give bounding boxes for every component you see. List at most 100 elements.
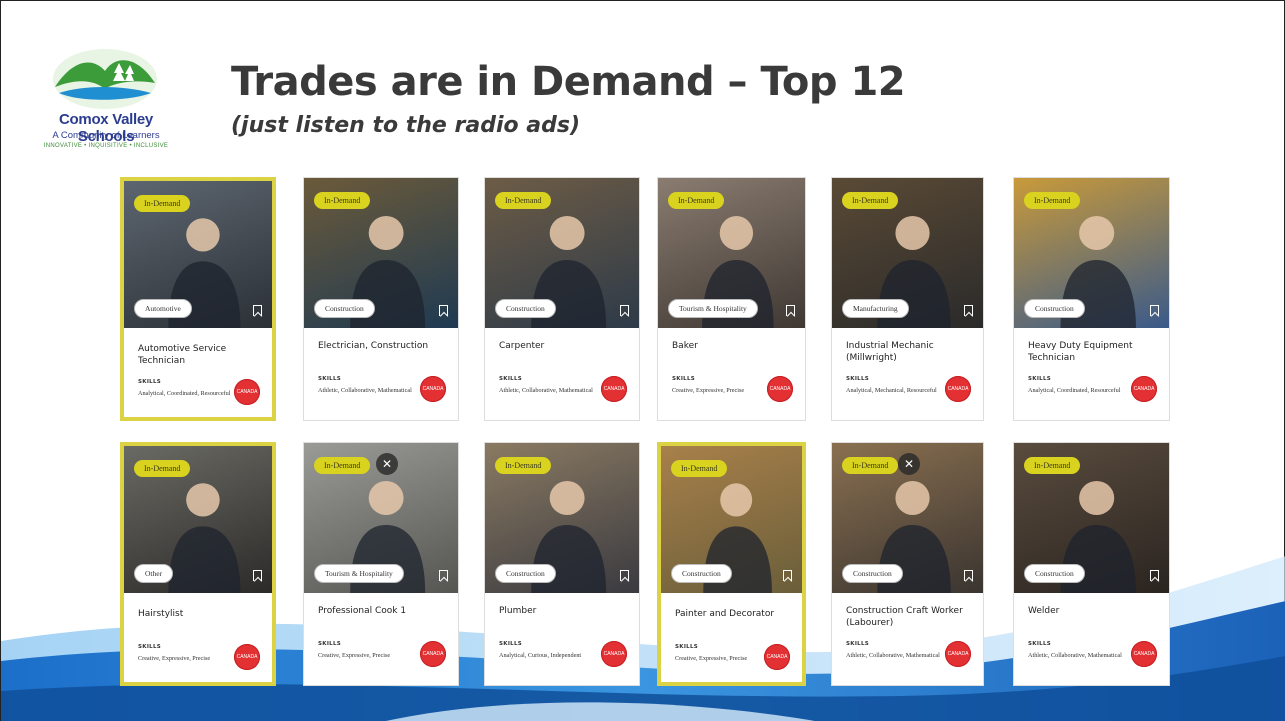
page-title: Trades are in Demand – Top 12 xyxy=(231,59,906,105)
career-title[interactable]: Electrician, Construction xyxy=(318,340,448,352)
in-demand-pill: In-Demand xyxy=(1024,457,1081,474)
bookmark-icon[interactable] xyxy=(964,570,973,581)
career-title[interactable]: Industrial Mechanic (Millwright) xyxy=(846,340,973,364)
career-title[interactable]: Welder xyxy=(1028,605,1159,617)
category-tag: Other xyxy=(134,564,174,583)
skills-value: Creative, Expressive, Precise xyxy=(138,655,211,662)
bookmark-icon[interactable] xyxy=(439,570,448,581)
career-photo: In-Demand Construction xyxy=(1014,178,1169,328)
in-demand-pill: In-Demand xyxy=(314,192,371,209)
career-photo: In-Demand Automotive xyxy=(124,181,272,328)
category-tag: Construction xyxy=(495,564,556,583)
career-title[interactable]: Plumber xyxy=(499,605,629,617)
in-demand-pill: In-Demand xyxy=(134,195,191,212)
in-demand-pill: In-Demand xyxy=(668,192,725,209)
career-title[interactable]: Construction Craft Worker (Labourer) xyxy=(846,605,973,629)
category-tag: Construction xyxy=(495,299,556,318)
skills-value: Analytical, Coordinated, Resourceful xyxy=(138,390,231,397)
skills-label: SKILLS xyxy=(1028,376,1052,382)
skills-value: Analytical, Curious, Independent xyxy=(499,652,582,659)
career-photo: In-Demand Construction xyxy=(485,443,639,593)
career-title[interactable]: Automotive Service Technician xyxy=(138,343,262,367)
career-card[interactable]: In-Demand Construction Electrician, Constr… xyxy=(303,177,459,421)
canada-badge-icon: CANADA xyxy=(234,644,260,670)
school-logo: Comox Valley Schools A Community of Lear… xyxy=(31,49,181,159)
in-demand-pill: In-Demand xyxy=(495,192,552,209)
bookmark-icon[interactable] xyxy=(439,305,448,316)
career-card[interactable]: In-Demand Other Hairstylist SKILLS Creative,… xyxy=(120,442,276,686)
in-demand-pill: In-Demand xyxy=(842,192,899,209)
category-tag: Construction xyxy=(671,564,732,583)
canada-badge-icon: CANADA xyxy=(420,641,446,667)
canada-badge-icon: CANADA xyxy=(1131,376,1157,402)
logo-tagline: A Community of Learners xyxy=(52,130,160,141)
category-tag: Construction xyxy=(842,564,903,583)
career-photo: In-Demand Construction xyxy=(304,178,458,328)
in-demand-pill: In-Demand xyxy=(134,460,191,477)
career-card[interactable]: In-Demand Construction Welder SKILLS Athleti… xyxy=(1013,442,1170,686)
bookmark-icon[interactable] xyxy=(1150,570,1159,581)
skills-value: Creative, Expressive, Precise xyxy=(675,655,748,662)
canada-badge-icon: CANADA xyxy=(764,644,790,670)
bookmark-icon[interactable] xyxy=(964,305,973,316)
canada-badge-icon: CANADA xyxy=(420,376,446,402)
skills-label: SKILLS xyxy=(846,376,870,382)
bookmark-icon[interactable] xyxy=(620,570,629,581)
category-tag: Construction xyxy=(1024,299,1085,318)
skills-label: SKILLS xyxy=(138,379,162,385)
close-icon[interactable]: ✕ xyxy=(376,453,398,475)
canada-badge-icon: CANADA xyxy=(601,641,627,667)
career-title[interactable]: Professional Cook 1 xyxy=(318,605,448,617)
career-photo: In-Demand ✕ Construction xyxy=(832,443,983,593)
page-subtitle: (just listen to the radio ads) xyxy=(231,113,581,138)
skills-value: Athletic, Collaborative, Mathematical xyxy=(846,652,940,659)
career-card[interactable]: In-Demand Construction Painter and Decorat… xyxy=(657,442,806,686)
canada-badge-icon: CANADA xyxy=(945,641,971,667)
career-photo: In-Demand Tourism & Hospitality xyxy=(658,178,805,328)
career-photo: In-Demand Other xyxy=(124,446,272,593)
career-card[interactable]: In-Demand Construction Plumber SKILLS Analyt… xyxy=(484,442,640,686)
skills-value: Analytical, Coordinated, Resourceful xyxy=(1028,387,1121,394)
career-card[interactable]: In-Demand Construction Carpenter SKILLS Athl… xyxy=(484,177,640,421)
career-photo: In-Demand Construction xyxy=(1014,443,1169,593)
skills-label: SKILLS xyxy=(318,641,342,647)
career-photo: In-Demand Construction xyxy=(661,446,802,593)
bookmark-icon[interactable] xyxy=(253,305,262,316)
bookmark-icon[interactable] xyxy=(620,305,629,316)
bookmark-icon[interactable] xyxy=(1150,305,1159,316)
logo-motto: INNOVATIVE • INQUISITIVE • INCLUSIVE xyxy=(43,143,169,149)
bookmark-icon[interactable] xyxy=(786,305,795,316)
career-photo: In-Demand Manufacturing xyxy=(832,178,983,328)
skills-label: SKILLS xyxy=(672,376,696,382)
skills-label: SKILLS xyxy=(499,376,523,382)
canada-badge-icon: CANADA xyxy=(601,376,627,402)
skills-label: SKILLS xyxy=(318,376,342,382)
career-card[interactable]: In-Demand Manufacturing Industrial Mechani… xyxy=(831,177,984,421)
career-title[interactable]: Carpenter xyxy=(499,340,629,352)
close-icon[interactable]: ✕ xyxy=(898,453,920,475)
canada-badge-icon: CANADA xyxy=(767,376,793,402)
bookmark-icon[interactable] xyxy=(253,570,262,581)
skills-label: SKILLS xyxy=(1028,641,1052,647)
category-tag: Tourism & Hospitality xyxy=(314,564,404,583)
career-card[interactable]: In-Demand Construction Heavy Duty Equipmen… xyxy=(1013,177,1170,421)
career-title[interactable]: Hairstylist xyxy=(138,608,262,620)
in-demand-pill: In-Demand xyxy=(495,457,552,474)
in-demand-pill: In-Demand xyxy=(671,460,728,477)
career-card[interactable]: In-Demand ✕ Tourism & Hospitality Professio… xyxy=(303,442,459,686)
career-card[interactable]: In-Demand Automotive Automotive Service Te… xyxy=(120,177,276,421)
career-photo: In-Demand ✕ Tourism & Hospitality xyxy=(304,443,458,593)
canada-badge-icon: CANADA xyxy=(234,379,260,405)
bookmark-icon[interactable] xyxy=(783,570,792,581)
career-card[interactable]: In-Demand Tourism & Hospitality Baker SKILL… xyxy=(657,177,806,421)
canada-badge-icon: CANADA xyxy=(945,376,971,402)
career-card[interactable]: In-Demand ✕ Construction Construction Craft… xyxy=(831,442,984,686)
career-title[interactable]: Heavy Duty Equipment Technician xyxy=(1028,340,1159,364)
in-demand-pill: In-Demand xyxy=(314,457,371,474)
skills-label: SKILLS xyxy=(846,641,870,647)
in-demand-pill: In-Demand xyxy=(1024,192,1081,209)
skills-label: SKILLS xyxy=(138,644,162,650)
career-title[interactable]: Baker xyxy=(672,340,795,352)
career-title[interactable]: Painter and Decorator xyxy=(675,608,792,620)
slide: Comox Valley Schools A Community of Lear… xyxy=(0,0,1285,721)
